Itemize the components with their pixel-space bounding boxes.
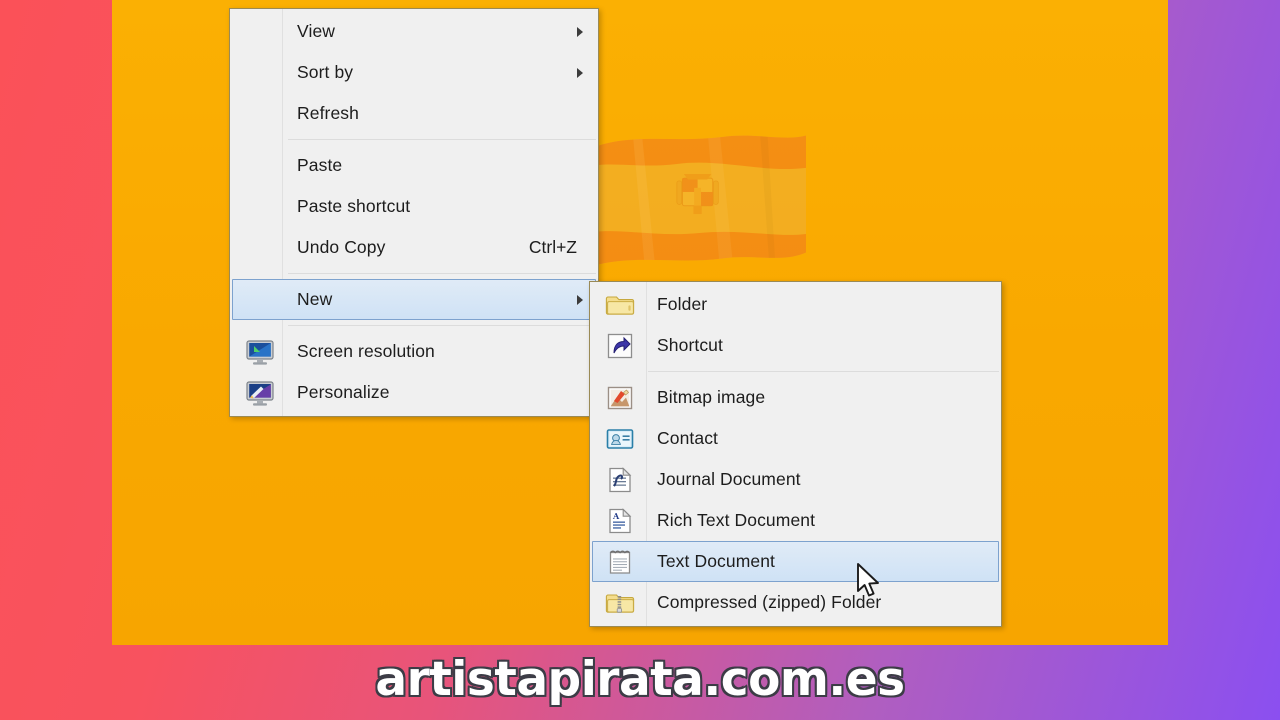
new-submenu[interactable]: Folder Shortcut Bitmap image Contact Journal… [589,281,1002,627]
menu-item-paste[interactable]: Paste [232,145,596,186]
submenu-item-contact[interactable]: Contact [592,418,999,459]
menu-item-personalize[interactable]: Personalize [232,372,596,413]
menu-item-label: View [297,21,336,41]
menu-item-label: Screen resolution [297,341,435,361]
menu-item-label: Bitmap image [657,387,766,407]
desktop-screenshot-area: View Sort by Refresh Paste Paste shortcut Und… [112,0,1168,645]
menu-item-screen-resolution[interactable]: Screen resolution [232,331,596,372]
menu-item-label: Text Document [657,551,776,571]
submenu-item-rich-text-document[interactable]: A Rich Text Document [592,500,999,541]
menu-item-new[interactable]: New [232,279,596,320]
submenu-item-bitmap-image[interactable]: Bitmap image [592,377,999,418]
shortcut-icon [605,331,635,361]
menu-item-sort-by[interactable]: Sort by [232,52,596,93]
submenu-item-text-document[interactable]: Text Document [592,541,999,582]
menu-item-label: Journal Document [657,469,801,489]
menu-separator [648,371,999,372]
menu-item-label: Paste shortcut [297,196,411,216]
menu-item-view[interactable]: View [232,11,596,52]
textdoc-icon [605,547,635,577]
menu-separator [288,273,596,274]
monitor-icon [245,337,275,367]
menu-item-label: New [297,289,333,309]
submenu-item-compressed-zipped-folder[interactable]: Compressed (zipped) Folder [592,582,999,623]
watermark-text: artistapirata.com.es [374,651,907,709]
menu-item-label: Compressed (zipped) Folder [657,592,882,612]
folder-icon [605,290,635,320]
menu-item-label: Refresh [297,103,359,123]
zipfolder-icon [605,588,635,618]
chevron-right-icon [577,67,583,78]
menu-item-shortcut: Ctrl+Z [528,237,577,257]
menu-item-label: Rich Text Document [657,510,816,530]
submenu-item-shortcut[interactable]: Shortcut [592,325,999,366]
menu-item-paste-shortcut[interactable]: Paste shortcut [232,186,596,227]
menu-separator [288,325,596,326]
chevron-right-icon [577,26,583,37]
spain-flag-icon [587,125,812,275]
menu-item-label: Sort by [297,62,354,82]
menu-item-label: Personalize [297,382,390,402]
submenu-item-folder[interactable]: Folder [592,284,999,325]
menu-item-label: Undo Copy [297,237,386,257]
desktop-context-menu[interactable]: View Sort by Refresh Paste Paste shortcut Und… [229,8,599,417]
menu-item-refresh[interactable]: Refresh [232,93,596,134]
menu-item-label: Folder [657,294,708,314]
submenu-item-journal-document[interactable]: Journal Document [592,459,999,500]
contact-icon [605,424,635,454]
richtext-icon: A [605,506,635,536]
menu-item-label: Shortcut [657,335,723,355]
screenshot-canvas: View Sort by Refresh Paste Paste shortcut Und… [0,0,1280,720]
journal-icon [605,465,635,495]
menu-item-label: Contact [657,428,719,448]
bitmap-icon [605,383,635,413]
monitor-brush-icon [245,378,275,408]
svg-text:A: A [612,511,620,521]
chevron-right-icon [577,294,583,305]
menu-item-undo-copy[interactable]: Undo Copy Ctrl+Z [232,227,596,268]
menu-item-label: Paste [297,155,343,175]
menu-separator [288,139,596,140]
